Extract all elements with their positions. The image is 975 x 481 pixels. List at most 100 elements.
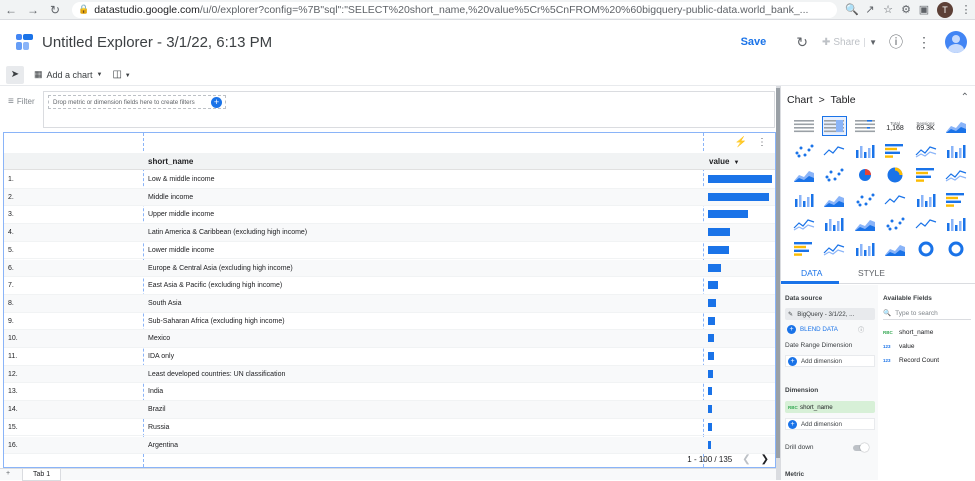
gauge-progress-icon[interactable] xyxy=(944,239,969,259)
100-area-icon[interactable] xyxy=(852,214,877,234)
scatter-chart-icon[interactable] xyxy=(883,214,908,234)
reload-icon[interactable]: ↻ xyxy=(44,3,66,17)
table-row[interactable]: 3. Upper middle income xyxy=(4,206,775,225)
data-studio-logo-icon[interactable] xyxy=(14,32,34,52)
table-row[interactable]: 10. Mexico xyxy=(4,330,775,348)
available-field[interactable]: 123 value xyxy=(883,343,915,350)
filter-drop-target[interactable]: Drop metric or dimension fields here to … xyxy=(48,95,226,109)
pivot-table-icon[interactable] xyxy=(944,214,969,234)
line-chart-icon[interactable] xyxy=(913,190,938,210)
back-icon[interactable]: ← xyxy=(0,3,22,17)
browser-profile-avatar[interactable]: T xyxy=(937,1,953,18)
document-title[interactable]: Untitled Explorer - 3/1/22, 6:13 PM xyxy=(42,34,272,51)
extensions-icon[interactable]: ⚙ xyxy=(897,3,915,16)
donut-chart-icon[interactable] xyxy=(883,165,908,185)
blend-data-button[interactable]: + BLEND DATA ⓘ xyxy=(785,325,864,334)
reading-list-icon[interactable]: ▣ xyxy=(915,3,933,16)
geo-map-icon[interactable] xyxy=(913,165,938,185)
available-field[interactable]: RBC short_name xyxy=(883,329,933,336)
apps-grid-icon[interactable]: ⋮ xyxy=(917,34,931,51)
table-row[interactable]: 5. Lower middle income xyxy=(4,242,775,260)
share-button[interactable]: ✚ Share xyxy=(822,37,860,48)
area-chart-icon[interactable] xyxy=(791,214,816,234)
zoom-icon[interactable]: 🔍 xyxy=(843,3,861,16)
bookmark-star-icon[interactable]: ☆ xyxy=(879,3,897,16)
data-source-chip[interactable]: ✎ BigQuery - 3/1/22, ... xyxy=(785,308,875,320)
table-row[interactable]: 6. Europe & Central Asia (excluding high … xyxy=(4,259,775,278)
table-row[interactable]: 1. Low & middle income xyxy=(4,171,775,189)
table-row[interactable]: 7. East Asia & Pacific (excluding high in… xyxy=(4,277,775,295)
column-header-value[interactable]: value ▼ xyxy=(709,157,739,166)
more-vert-icon[interactable]: ⋮ xyxy=(757,137,767,148)
smoothed-line-icon[interactable] xyxy=(822,141,847,161)
collapse-chevron-icon[interactable]: ⌃ xyxy=(961,92,969,103)
help-icon[interactable]: ⓘ xyxy=(889,32,903,52)
table-chart[interactable]: ⚡ ⋮ short_name value ▼ 1. Low & middle inc… xyxy=(3,132,776,468)
bubble-chart-icon[interactable] xyxy=(913,214,938,234)
add-tab-icon[interactable]: + xyxy=(6,470,10,477)
table-row[interactable]: 15. Russia xyxy=(4,419,775,437)
scorecard-compact-icon[interactable]: Sessions 69.3K xyxy=(913,116,938,136)
breadcrumb-chart[interactable]: Chart xyxy=(787,94,813,106)
next-page-icon[interactable]: ❯ xyxy=(761,454,769,465)
pivot-bars-icon[interactable] xyxy=(822,239,847,259)
smoothed-combo-icon[interactable] xyxy=(944,190,969,210)
table-row[interactable]: 13. India xyxy=(4,383,775,402)
tab-data[interactable]: DATA xyxy=(801,268,822,278)
refresh-icon[interactable]: ↻ xyxy=(796,34,808,51)
table-row[interactable]: 12. Least developed countries: UN classif… xyxy=(4,365,775,384)
table-row[interactable]: 2. Middle income xyxy=(4,188,775,207)
pie-chart-icon[interactable] xyxy=(852,165,877,185)
table-row[interactable]: 4. Latin America & Caribbean (excluding h… xyxy=(4,224,775,242)
add-filter-icon[interactable]: + xyxy=(211,97,222,108)
stacked-column-icon[interactable] xyxy=(883,141,908,161)
available-field[interactable]: 123 Record Count xyxy=(883,357,939,364)
pencil-icon[interactable]: ✎ xyxy=(788,311,793,318)
select-tool-icon[interactable]: ➤ xyxy=(6,65,24,84)
forward-icon[interactable]: → xyxy=(22,3,44,17)
google-map-icon[interactable] xyxy=(791,190,816,210)
column-chart-icon[interactable] xyxy=(852,141,877,161)
tab-style[interactable]: STYLE xyxy=(858,268,885,278)
stacked-bar-icon[interactable] xyxy=(791,165,816,185)
table-row[interactable]: 11. IDA only xyxy=(4,348,775,366)
sparkline-icon[interactable] xyxy=(791,141,816,161)
table-row[interactable]: 8. South Asia xyxy=(4,294,775,313)
table-row[interactable]: 14. Brazil xyxy=(4,401,775,419)
add-date-dimension-button[interactable]: + Add dimension xyxy=(785,355,875,367)
gauge-icon[interactable] xyxy=(913,239,938,259)
100-stacked-bar-icon[interactable] xyxy=(822,165,847,185)
lightning-icon[interactable]: ⚡ xyxy=(735,137,747,148)
bar-chart-icon[interactable] xyxy=(944,141,969,161)
filter-drop-zone[interactable]: Drop metric or dimension fields here to … xyxy=(43,91,775,128)
help-circle-icon[interactable]: ⓘ xyxy=(858,325,864,334)
table-row[interactable]: 9. Sub-Saharan Africa (excluding high inc… xyxy=(4,313,775,331)
add-dimension-button[interactable]: + Add dimension xyxy=(785,418,875,430)
prev-page-icon[interactable]: ❮ xyxy=(742,454,750,465)
treemap-icon[interactable] xyxy=(883,239,908,259)
field-search-input[interactable]: 🔍 Type to search xyxy=(883,307,971,320)
column-header-short-name[interactable]: short_name xyxy=(148,157,193,166)
drill-down-toggle[interactable] xyxy=(853,443,869,452)
grouped-column-icon[interactable] xyxy=(852,190,877,210)
table-heatmap-chart-icon[interactable] xyxy=(821,116,847,136)
stacked-area-icon[interactable] xyxy=(822,214,847,234)
bullet-chart-icon[interactable] xyxy=(852,239,877,259)
100-stacked-column-icon[interactable] xyxy=(913,141,938,161)
filled-map-icon[interactable] xyxy=(944,165,969,185)
user-avatar[interactable] xyxy=(945,31,967,53)
time-series-icon[interactable] xyxy=(944,116,969,136)
pivot-heatmap-icon[interactable] xyxy=(791,239,816,259)
dimension-chip[interactable]: RBC short_name xyxy=(785,401,875,413)
share-dropdown-icon[interactable]: ▼ xyxy=(864,37,877,47)
browser-menu-icon[interactable]: ⋮ xyxy=(957,3,975,16)
table-bars-chart-icon[interactable] xyxy=(852,116,877,136)
table-chart-icon[interactable] xyxy=(791,116,816,136)
save-button[interactable]: Save xyxy=(741,36,767,48)
add-component-button[interactable]: ◫ ▼ xyxy=(113,69,131,80)
table-row[interactable]: 16. Argentina xyxy=(4,436,775,455)
bubble-map-icon[interactable] xyxy=(822,190,847,210)
address-bar[interactable]: 🔒 datastudio.google.com /u/0/explorer?co… xyxy=(72,1,837,18)
add-chart-button[interactable]: ▦ Add a chart ▼ xyxy=(34,69,103,80)
share-page-icon[interactable]: ↗ xyxy=(861,3,879,16)
